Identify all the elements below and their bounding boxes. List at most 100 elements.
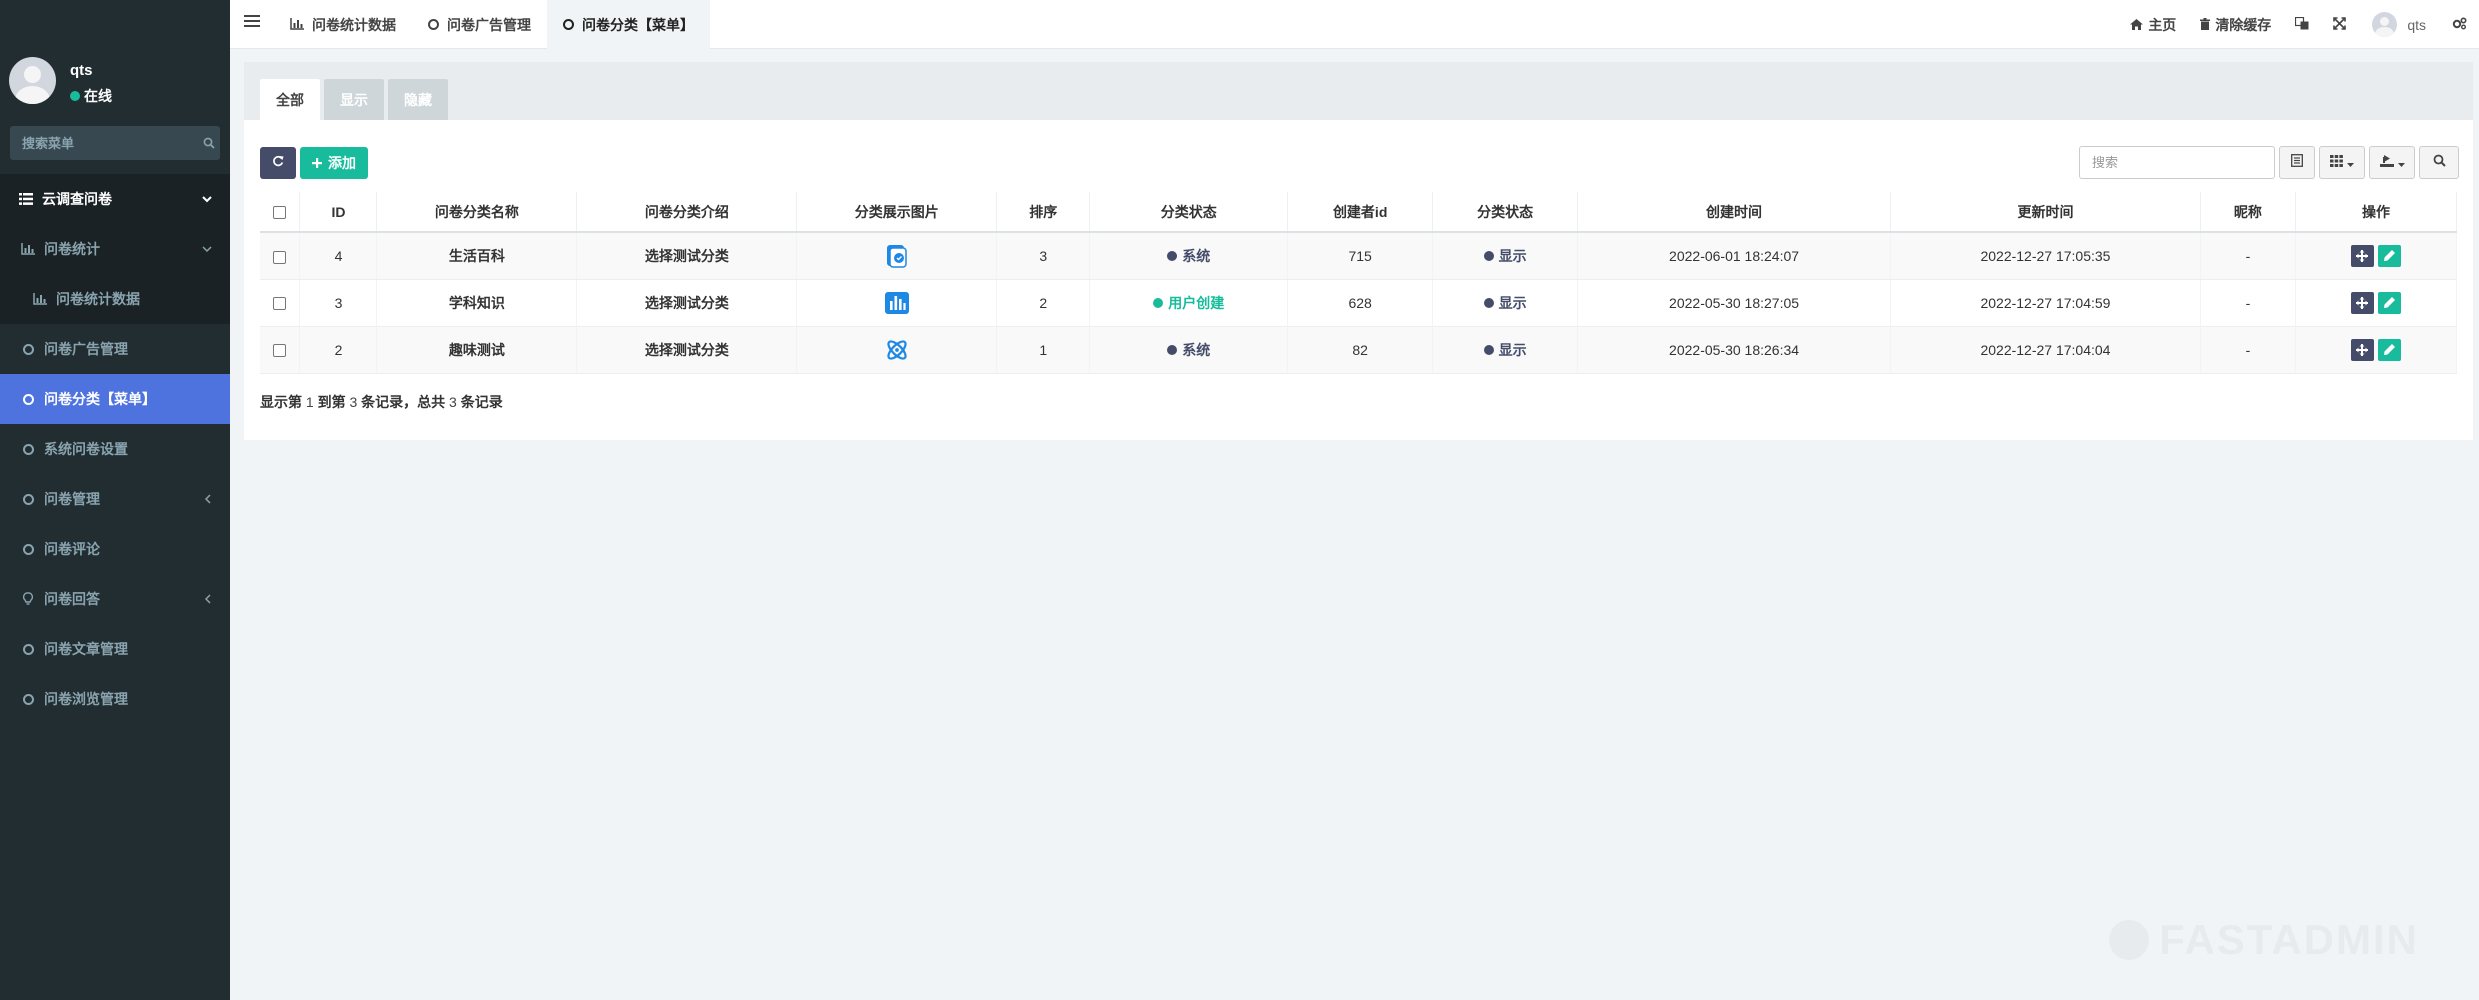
move-icon	[2356, 249, 2369, 262]
sidebar-menu: 云调查问卷 问卷统计 问卷统计数据 问卷广告管理 问卷分类【菜单】 系统问卷设置…	[0, 174, 230, 724]
watermark: FASTADMIN	[2109, 916, 2419, 964]
filter-tab-hidden[interactable]: 隐藏	[388, 79, 448, 120]
cell-id: 3	[299, 279, 378, 327]
cell-nickname: -	[2200, 232, 2296, 280]
edit-button[interactable]	[2377, 291, 2401, 314]
col-image[interactable]: 分类展示图片	[796, 192, 998, 233]
settings-button[interactable]	[2440, 0, 2479, 49]
caret-down-icon	[2397, 154, 2405, 172]
export-button[interactable]	[2369, 146, 2415, 179]
show-status-badge: 显示	[1483, 246, 1527, 266]
pencil-icon	[2383, 250, 2395, 262]
navbar-user-menu[interactable]: qts	[2358, 0, 2440, 49]
document-badge-icon[interactable]	[884, 243, 910, 269]
circle-icon	[20, 641, 36, 657]
pencil-icon	[2383, 344, 2395, 355]
col-intro[interactable]: 问卷分类介绍	[576, 192, 798, 233]
col-name[interactable]: 问卷分类名称	[376, 192, 578, 233]
language-button[interactable]	[2283, 0, 2321, 49]
col-show-status[interactable]: 分类状态	[1432, 192, 1579, 233]
circle-icon	[20, 441, 36, 457]
drag-sort-button[interactable]	[2350, 291, 2374, 314]
sidebar-item-article-management[interactable]: 问卷文章管理	[0, 624, 230, 674]
category-table: ID 问卷分类名称 问卷分类介绍 分类展示图片 排序 分类状态 创建者id 分类…	[260, 192, 2458, 374]
home-button[interactable]: 主页	[2118, 0, 2188, 49]
sidebar-item-survey-comments[interactable]: 问卷评论	[0, 524, 230, 574]
sidebar: qts 在线 云调查问卷 问卷统计	[0, 0, 230, 1000]
bar-chart-icon	[20, 241, 36, 257]
sidebar-item-category-menu[interactable]: 问卷分类【菜单】	[0, 374, 230, 424]
table-header-row: ID 问卷分类名称 问卷分类介绍 分类展示图片 排序 分类状态 创建者id 分类…	[260, 192, 2458, 233]
cell-intro: 选择测试分类	[576, 232, 798, 280]
move-icon	[2356, 296, 2369, 309]
filter-tab-show[interactable]: 显示	[324, 79, 384, 120]
columns-toggle-button[interactable]	[2319, 146, 2365, 179]
flower-icon[interactable]	[884, 337, 910, 363]
add-button[interactable]: 添加	[300, 147, 368, 179]
bar-chart-icon[interactable]	[884, 290, 910, 316]
drag-sort-button[interactable]	[2350, 338, 2374, 361]
toggle-view-button[interactable]	[2279, 146, 2315, 179]
circle-icon	[20, 541, 36, 557]
advanced-search-button[interactable]	[2419, 146, 2459, 179]
cell-name: 趣味测试	[376, 326, 578, 374]
user-status: 在线	[70, 86, 112, 106]
menu-toggle-icon[interactable]	[244, 15, 260, 31]
col-updated[interactable]: 更新时间	[1890, 192, 2201, 233]
sidebar-item-system-settings[interactable]: 系统问卷设置	[0, 424, 230, 474]
cell-updated: 2022-12-27 17:05:35	[1890, 232, 2201, 280]
panel-heading: 全部 显示 隐藏	[244, 62, 2473, 120]
row-checkbox[interactable]	[273, 250, 287, 264]
col-created[interactable]: 创建时间	[1577, 192, 1892, 233]
nav-tabs: 问卷统计数据 问卷广告管理 问卷分类【菜单】	[274, 0, 710, 49]
language-icon	[2295, 16, 2309, 33]
search-icon[interactable]	[197, 137, 220, 149]
tab-survey-stats-data[interactable]: 问卷统计数据	[274, 0, 412, 49]
trash-icon	[2200, 17, 2211, 33]
chevron-down-icon	[202, 174, 212, 224]
refresh-button[interactable]	[260, 147, 296, 179]
col-creator-id[interactable]: 创建者id	[1287, 192, 1434, 233]
sidebar-search	[10, 126, 220, 160]
search-icon	[2433, 154, 2446, 172]
edit-button[interactable]	[2377, 338, 2401, 361]
cell-created: 2022-06-01 18:24:07	[1577, 232, 1892, 280]
col-sort[interactable]: 排序	[996, 192, 1091, 233]
circle-icon	[428, 19, 439, 30]
tab-ad-management[interactable]: 问卷广告管理	[412, 0, 547, 49]
move-icon	[2356, 343, 2369, 356]
sidebar-search-input[interactable]	[10, 135, 197, 151]
sidebar-item-survey-stats[interactable]: 问卷统计	[0, 224, 230, 274]
sidebar-item-cloud-survey[interactable]: 云调查问卷	[0, 174, 230, 224]
sidebar-item-survey-management[interactable]: 问卷管理	[0, 474, 230, 524]
clear-cache-button[interactable]: 清除缓存	[2188, 0, 2283, 49]
cell-nickname: -	[2200, 279, 2296, 327]
table-search-input[interactable]	[2079, 146, 2275, 179]
tab-category-menu[interactable]: 问卷分类【菜单】	[547, 0, 710, 49]
chevron-left-icon	[204, 574, 212, 624]
sidebar-item-browse-management[interactable]: 问卷浏览管理	[0, 674, 230, 724]
cell-intro: 选择测试分类	[576, 326, 798, 374]
chevron-down-icon	[202, 224, 212, 274]
bar-chart-icon	[32, 291, 48, 307]
plus-icon	[312, 155, 322, 171]
row-checkbox[interactable]	[273, 297, 287, 311]
sidebar-item-survey-stats-data[interactable]: 问卷统计数据	[0, 274, 230, 324]
row-checkbox[interactable]	[273, 344, 287, 358]
caret-down-icon	[2347, 154, 2354, 172]
filter-tab-all[interactable]: 全部	[260, 79, 320, 120]
cell-creator-id: 628	[1287, 279, 1434, 327]
select-all-checkbox[interactable]	[273, 206, 287, 220]
fullscreen-button[interactable]	[2321, 0, 2358, 49]
pencil-icon	[2383, 297, 2395, 308]
circle-icon	[20, 491, 36, 507]
cell-nickname: -	[2200, 326, 2296, 374]
sidebar-item-ad-management[interactable]: 问卷广告管理	[0, 324, 230, 374]
edit-button[interactable]	[2377, 244, 2401, 267]
col-id[interactable]: ID	[299, 192, 378, 233]
sidebar-item-survey-answers[interactable]: 问卷回答	[0, 574, 230, 624]
col-type-status[interactable]: 分类状态	[1089, 192, 1289, 233]
col-nickname[interactable]: 昵称	[2200, 192, 2296, 233]
show-status-badge: 显示	[1483, 293, 1527, 313]
drag-sort-button[interactable]	[2350, 244, 2374, 267]
